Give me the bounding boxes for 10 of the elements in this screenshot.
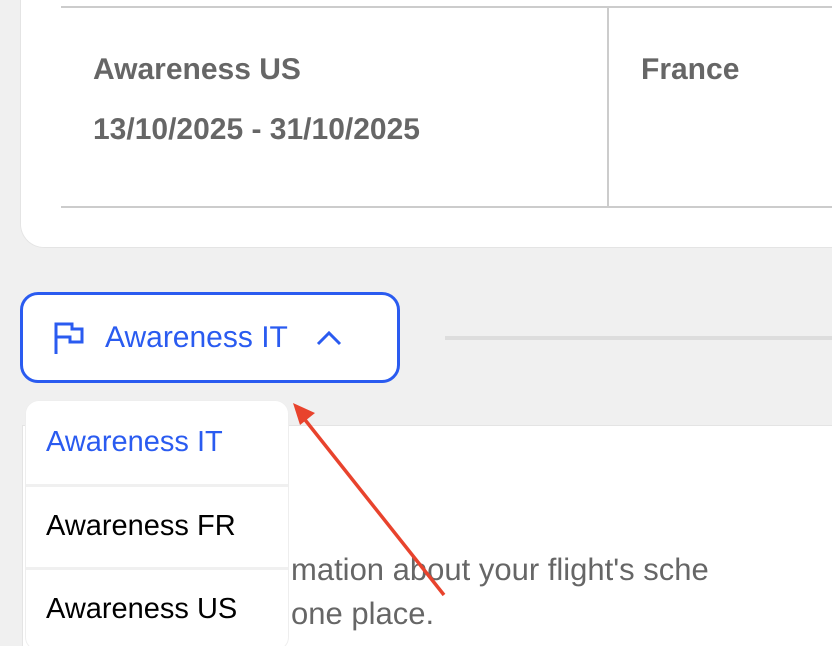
flag-icon <box>53 320 85 354</box>
menu-item[interactable]: Awareness IT <box>26 401 288 484</box>
chevron-up-icon <box>316 330 342 346</box>
info-text: one place. <box>291 595 436 633</box>
menu-item[interactable]: Awareness FR <box>26 484 288 567</box>
campaign-name: France <box>641 52 740 88</box>
date-range: 13/10/2025 - 31/10/2025 <box>93 112 421 148</box>
campaign-name: Awareness US <box>93 52 302 88</box>
menu-item[interactable]: Awareness US <box>26 567 288 646</box>
campaign-dropdown[interactable]: Awareness IT <box>20 292 400 383</box>
